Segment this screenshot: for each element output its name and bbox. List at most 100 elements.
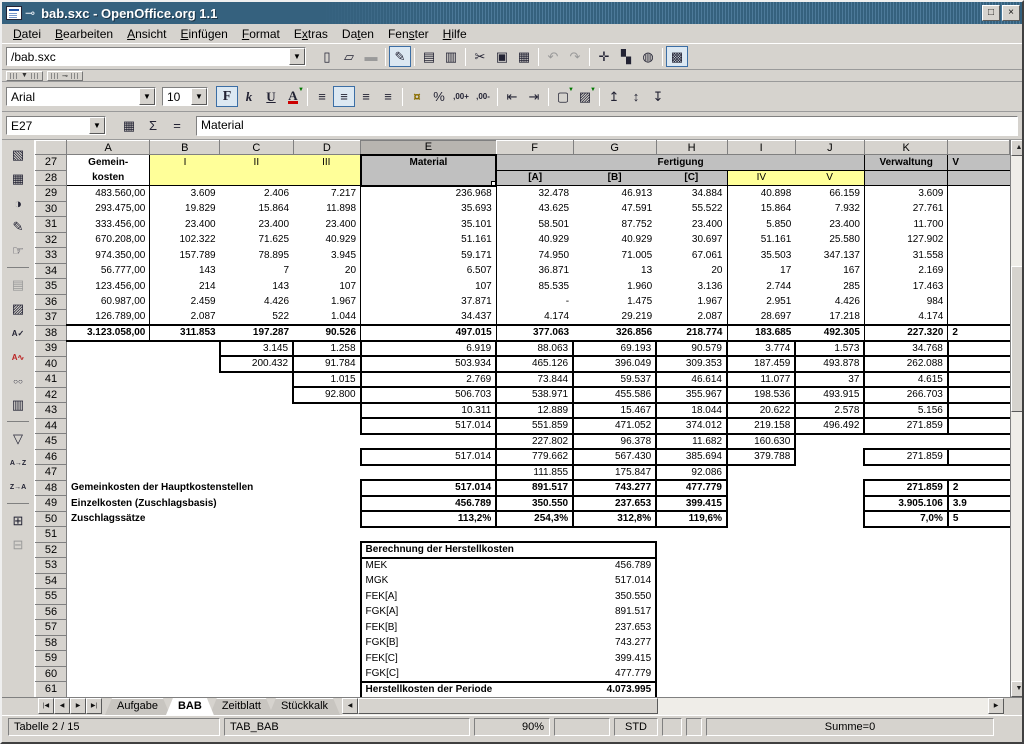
cell[interactable]: 891.517 [496, 480, 573, 496]
cell[interactable] [220, 527, 293, 543]
cell[interactable]: 66.159 [795, 186, 864, 202]
cell[interactable] [150, 682, 220, 698]
cell[interactable] [795, 511, 864, 527]
cell[interactable]: 198.536 [727, 387, 795, 403]
cell[interactable] [727, 604, 795, 620]
cell[interactable]: 7.932 [795, 201, 864, 217]
cell[interactable]: 29.219 [573, 310, 656, 326]
row-header-52[interactable]: 52 [36, 542, 67, 558]
copy-icon[interactable]: ▣ [491, 46, 513, 67]
cell[interactable] [727, 496, 795, 512]
cell[interactable]: Material [361, 155, 497, 171]
cell[interactable] [150, 356, 220, 372]
cell[interactable]: 7,0% [864, 511, 947, 527]
cell[interactable]: V [948, 155, 1010, 171]
cell[interactable] [656, 604, 727, 620]
cell[interactable] [220, 620, 293, 636]
scroll-up-icon[interactable]: ▲ [1011, 140, 1024, 156]
cell[interactable]: 254,3% [496, 511, 573, 527]
row-header-61[interactable]: 61 [36, 682, 67, 698]
cell[interactable]: 71.625 [220, 232, 293, 248]
cell[interactable] [220, 573, 293, 589]
cell[interactable]: 465.126 [496, 356, 573, 372]
select-all-corner[interactable] [36, 141, 67, 155]
format-paintbrush-icon[interactable]: ▨ [5, 297, 31, 321]
cell[interactable] [864, 170, 947, 186]
cell[interactable]: 143 [220, 279, 293, 295]
cell[interactable]: 1.015 [293, 372, 360, 388]
insert-ole-object-icon[interactable]: ▤ [5, 273, 31, 297]
cell[interactable] [795, 465, 864, 481]
cell[interactable]: 88.063 [496, 341, 573, 357]
cell[interactable]: 237.653 [573, 496, 656, 512]
cell[interactable] [150, 527, 220, 543]
cell[interactable]: 36.871 [496, 263, 573, 279]
cell[interactable]: Berechnung der Herstellkosten [361, 542, 657, 558]
cell[interactable]: 3.145 [220, 341, 293, 357]
new-document-icon[interactable]: ▯ [316, 46, 338, 67]
row-header-39[interactable]: 39 [36, 341, 67, 357]
print-icon[interactable]: ▥ [440, 46, 462, 67]
cell[interactable] [293, 604, 360, 620]
cell[interactable] [293, 403, 360, 419]
cell[interactable]: 175.847 [573, 465, 656, 481]
stylist-icon[interactable]: ▚ [615, 46, 637, 67]
cell[interactable] [727, 542, 795, 558]
cell[interactable] [67, 387, 150, 403]
cell[interactable]: 34.768 [864, 341, 947, 357]
selection-mode-indicator[interactable]: STD [614, 718, 658, 736]
cell[interactable]: 522 [220, 310, 293, 326]
cell[interactable] [948, 201, 1010, 217]
cell[interactable]: 492.305 [795, 325, 864, 341]
cell[interactable] [727, 620, 795, 636]
cell[interactable]: 503.934 [361, 356, 497, 372]
cell[interactable]: 46.614 [656, 372, 727, 388]
autofilter-icon[interactable]: ▽ [5, 427, 31, 451]
cell[interactable]: 59.537 [573, 372, 656, 388]
cell[interactable]: 107 [293, 279, 360, 295]
menu-bearbeiten[interactable]: Bearbeiten [48, 25, 120, 43]
cell[interactable] [293, 170, 360, 186]
cell[interactable]: 200.432 [220, 356, 293, 372]
font-name-value[interactable]: Arial [7, 90, 139, 104]
cell[interactable]: V [795, 170, 864, 186]
menu-ansicht[interactable]: Ansicht [120, 25, 173, 43]
maximize-button[interactable]: □ [982, 5, 1000, 21]
col-header-H[interactable]: H [656, 141, 727, 155]
cell[interactable] [727, 511, 795, 527]
cell[interactable]: 4.426 [220, 294, 293, 310]
cell[interactable]: 40.929 [496, 232, 573, 248]
cell[interactable]: 312,8% [573, 511, 656, 527]
cell[interactable] [795, 620, 864, 636]
cell[interactable] [220, 635, 293, 651]
insert-chart-icon[interactable]: ◑ [5, 191, 31, 215]
cell[interactable]: 126.789,00 [67, 310, 150, 326]
cell[interactable] [293, 542, 360, 558]
cell[interactable]: 262.088 [864, 356, 947, 372]
insert-cells-icon[interactable]: ▦ [5, 167, 31, 191]
row-header-58[interactable]: 58 [36, 635, 67, 651]
cell[interactable]: 1.967 [293, 294, 360, 310]
cell[interactable]: 517.014 [361, 480, 497, 496]
cell[interactable] [948, 217, 1010, 233]
cell[interactable]: 493.915 [795, 387, 864, 403]
cell[interactable]: MEK [361, 558, 497, 574]
cell[interactable] [864, 558, 947, 574]
cell[interactable] [293, 449, 360, 465]
cell[interactable] [727, 480, 795, 496]
cell[interactable]: 4.426 [795, 294, 864, 310]
cell[interactable]: 497.015 [361, 325, 497, 341]
cell[interactable]: Herstellkosten der Periode [361, 682, 497, 698]
insert-icon[interactable]: ▧ [5, 143, 31, 167]
cell[interactable]: 23.400 [656, 217, 727, 233]
cell[interactable]: 493.878 [795, 356, 864, 372]
cell[interactable] [948, 620, 1010, 636]
cell[interactable]: 399.415 [656, 496, 727, 512]
cell[interactable] [656, 542, 727, 558]
cell[interactable] [948, 558, 1010, 574]
cell[interactable]: 455.586 [573, 387, 656, 403]
col-header-E[interactable]: E [361, 141, 497, 155]
cell[interactable] [656, 620, 727, 636]
align-vcenter-button[interactable]: ↕ [625, 86, 647, 107]
cell[interactable] [948, 248, 1010, 264]
